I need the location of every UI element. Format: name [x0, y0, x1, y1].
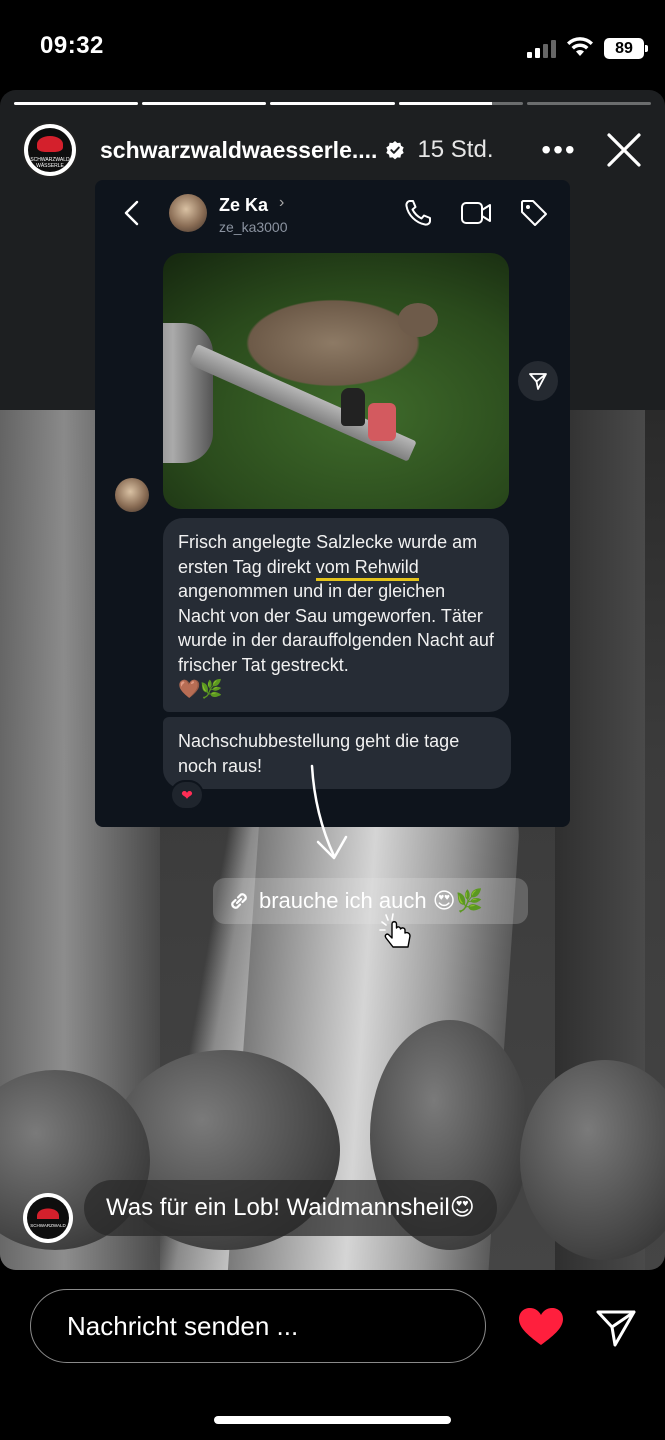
story-progress-bar — [14, 102, 652, 105]
story-header: SCHWARZWALD WÄSSERLE schwarzwaldwaesserle… — [22, 120, 643, 180]
message-bubble: Frisch angelegte Salzlecke wurde am erst… — [163, 518, 509, 712]
verified-badge-icon — [386, 141, 405, 160]
share-icon — [518, 361, 558, 401]
tag-icon — [521, 200, 547, 226]
message-emoji: 🤎🌿 — [178, 679, 223, 699]
link-sticker[interactable]: brauche ich auch 😍🌿 — [213, 878, 528, 924]
reply-author-avatar: SCHWARZWALD — [23, 1193, 73, 1243]
link-icon — [231, 893, 247, 909]
message-input[interactable]: Nachricht senden ... — [30, 1289, 486, 1363]
arrow-doodle — [310, 764, 348, 860]
status-time: 09:32 — [40, 32, 104, 59]
battery-indicator: 89 — [604, 38, 648, 59]
chevron-right-icon: › — [279, 194, 285, 211]
send-icon[interactable] — [595, 1308, 637, 1348]
dm-screenshot: Ze Ka › ze_ka3000 Frisch angelegte Salzl… — [95, 180, 570, 827]
tap-hand-icon — [379, 913, 411, 948]
like-heart-icon[interactable] — [518, 1307, 564, 1347]
link-sticker-label: brauche ich auch 😍🌿 — [259, 888, 483, 913]
contact-avatar — [169, 194, 207, 232]
contact-handle: ze_ka3000 — [219, 219, 288, 235]
story-view[interactable]: SCHWARZWALD WÄSSERLE schwarzwaldwaesserle… — [0, 90, 665, 1270]
home-indicator — [214, 1416, 451, 1424]
contact-name: Ze Ka — [219, 195, 269, 215]
back-arrow-icon — [124, 200, 139, 226]
highlighted-text: vom Rehwild — [315, 556, 419, 581]
story-time-ago: 15 Std. — [417, 136, 494, 163]
close-icon[interactable] — [605, 131, 643, 169]
bottom-bar: Nachricht senden ... — [0, 1270, 665, 1440]
reply-message: Was für ein Lob! Waidmannsheil😍 — [84, 1180, 497, 1236]
heart-reaction: ❤ — [170, 780, 204, 810]
cellular-signal-icon — [527, 38, 556, 58]
dm-header: Ze Ka › ze_ka3000 — [95, 180, 570, 245]
svg-text:SCHWARZWALD: SCHWARZWALD — [30, 1223, 66, 1228]
status-bar: 09:32 89 — [0, 0, 665, 95]
profile-avatar[interactable]: SCHWARZWALD WÄSSERLE — [22, 122, 78, 178]
story-username[interactable]: schwarzwaldwaesserle.... — [100, 137, 377, 164]
phone-icon — [405, 200, 431, 226]
video-call-icon — [461, 202, 491, 224]
shared-photo-message — [163, 253, 509, 509]
wifi-icon — [567, 37, 593, 56]
more-options-button[interactable]: ••• — [539, 134, 579, 166]
sender-avatar — [115, 478, 149, 512]
